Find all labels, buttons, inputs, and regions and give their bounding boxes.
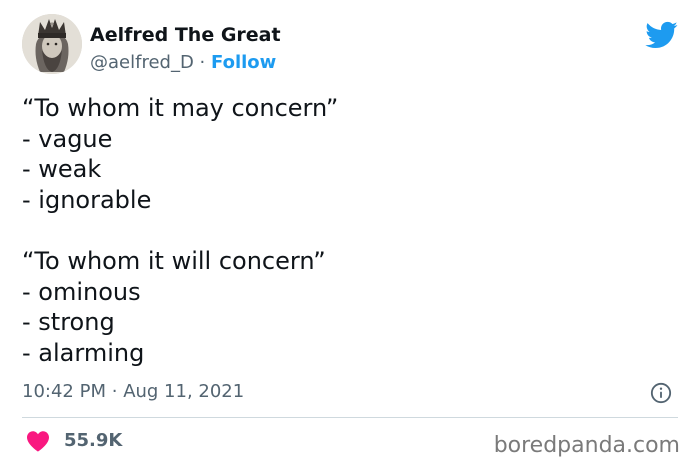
handle-separator: · (199, 52, 206, 73)
author-subline: @aelfred_D · Follow (90, 50, 281, 76)
twitter-bird-icon[interactable] (644, 18, 678, 52)
tweet-time: 10:42 PM (22, 381, 106, 402)
avatar[interactable] (22, 14, 82, 74)
heart-icon (27, 431, 49, 452)
tweet-text: “To whom it may concern” - vague - weak … (22, 94, 339, 367)
like-count: 55.9K (64, 430, 123, 451)
divider (22, 417, 678, 418)
like-button[interactable]: 55.9K (26, 428, 122, 454)
follow-link[interactable]: Follow (211, 52, 276, 73)
tweet-header: Aelfred The Great @aelfred_D · Follow (90, 22, 281, 76)
tweet-date: Aug 11, 2021 (123, 381, 245, 402)
author-display-name[interactable]: Aelfred The Great (90, 22, 281, 48)
tweet-timestamp[interactable]: 10:42 PM · Aug 11, 2021 (22, 379, 244, 405)
avatar-king-icon (22, 14, 82, 74)
tweet-card: Aelfred The Great @aelfred_D · Follow “T… (0, 0, 700, 471)
watermark-text: boredpanda.com (493, 433, 680, 458)
author-handle[interactable]: @aelfred_D (90, 52, 194, 73)
info-icon[interactable] (650, 382, 672, 404)
timestamp-separator: · (111, 381, 118, 402)
